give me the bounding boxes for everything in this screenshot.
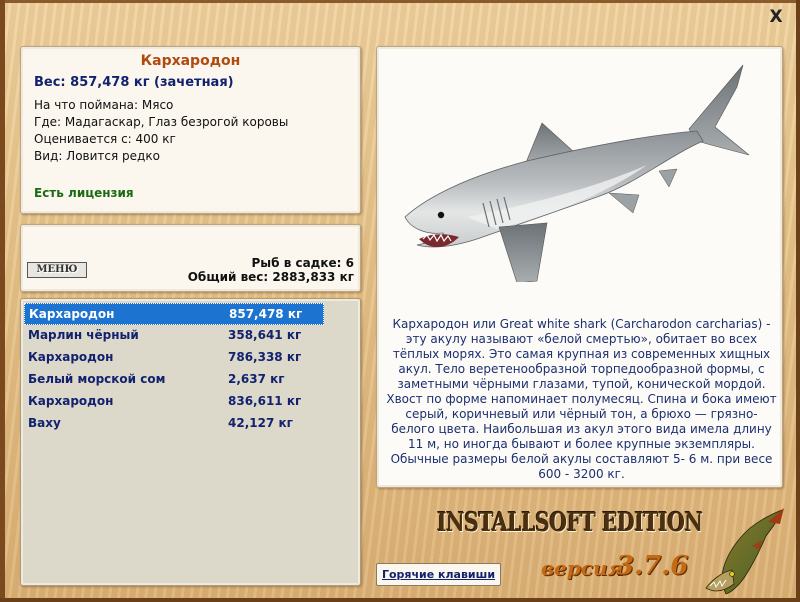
- window-border-bottom: [0, 598, 800, 602]
- catch-fish-weight: 786,338 кг: [228, 350, 302, 364]
- catch-fish-name: Марлин чёрный: [28, 328, 139, 342]
- catch-row[interactable]: Белый морской сом 2,637 кг: [24, 369, 324, 391]
- catch-fish-name: Кархародон: [28, 350, 114, 364]
- fish-description-panel: Кархародон или Great white shark (Carcha…: [376, 46, 783, 488]
- hotkeys-label: Горячие клавиши: [381, 568, 496, 581]
- catch-row[interactable]: Ваху 42,127 кг: [24, 413, 324, 435]
- keepnet-summary-panel: МЕНЮ Рыб в садке: 6 Общий вес: 2883,833 …: [20, 224, 361, 292]
- window-border-left: [0, 0, 5, 602]
- fish-description-text: Кархародон или Great white shark (Carcha…: [386, 317, 777, 481]
- rated-from-line: Оценивается с: 400 кг: [34, 132, 176, 146]
- catch-fish-weight: 2,637 кг: [228, 372, 285, 386]
- catch-row[interactable]: Кархародон 836,611 кг: [24, 391, 324, 413]
- catch-fish-name: Кархародон: [29, 307, 115, 321]
- shark-image: [404, 64, 750, 282]
- catch-fish-name: Ваху: [28, 416, 61, 430]
- catch-row[interactable]: Кархародон 857,478 кг: [24, 303, 324, 325]
- catch-fish-name: Белый морской сом: [28, 372, 166, 386]
- catch-fish-weight: 857,478 кг: [229, 307, 303, 321]
- catch-fish-weight: 836,611 кг: [228, 394, 302, 408]
- menu-button[interactable]: МЕНЮ: [27, 262, 87, 278]
- catch-fish-weight: 42,127 кг: [228, 416, 293, 430]
- license-status: Есть лицензия: [34, 186, 134, 200]
- location-line: Где: Мадагаскар, Глаз безрогой коровы: [34, 115, 289, 129]
- catch-row[interactable]: Марлин чёрный 358,641 кг: [24, 325, 324, 347]
- total-weight: Общий вес: 2883,833 кг: [187, 270, 354, 284]
- catch-list-panel: Кархародон 857,478 кг Марлин чёрный 358,…: [20, 298, 361, 586]
- close-button[interactable]: X: [766, 8, 786, 26]
- hotkeys-button[interactable]: Горячие клавиши: [376, 563, 501, 586]
- window-border-top: [0, 0, 800, 3]
- version-number: 3.7.6: [616, 551, 689, 581]
- catch-list: Кархародон 857,478 кг Марлин чёрный 358,…: [24, 303, 324, 435]
- window-border-right: [796, 0, 800, 602]
- pike-fish-logo-icon: [705, 508, 784, 595]
- fish-weight-line: Вес: 857,478 кг (зачетная): [34, 75, 234, 90]
- catch-fish-name: Кархародон: [28, 394, 114, 408]
- version-label: версия: [541, 556, 624, 580]
- catch-fish-weight: 358,641 кг: [228, 328, 302, 342]
- rarity-line: Вид: Ловится редко: [34, 149, 160, 163]
- edition-logo-text: INSTALLSOFT EDITION: [437, 508, 703, 538]
- fish-name-title: Кархародон: [140, 53, 241, 69]
- fish-info-panel: Кархародон Вес: 857,478 кг (зачетная) На…: [20, 46, 361, 214]
- bait-line: На что поймана: Мясо: [34, 98, 174, 112]
- fish-count: Рыб в садке: 6: [251, 256, 355, 270]
- catch-row[interactable]: Кархародон 786,338 кг: [24, 347, 324, 369]
